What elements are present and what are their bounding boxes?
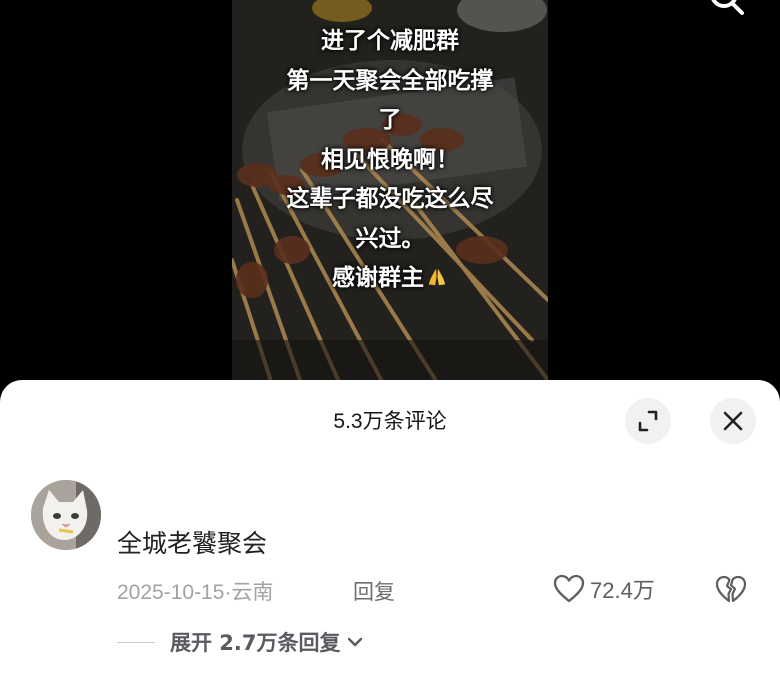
comment-username[interactable]: 全城老饕聚会 [117,524,267,560]
video-player[interactable]: 进了个减肥群 第一天聚会全部吃撑 了 相见恨晚啊！ 这辈子都没吃这么尽 兴过。 … [0,0,780,400]
like-count: 72.4万 [590,578,655,603]
comment-sheet: 5.3万条评论 全城老饕聚会 2025-10-15·云南 回复 72.4万 展开… [0,380,780,698]
pray-icon [428,268,446,286]
expand-button[interactable] [625,398,671,444]
broken-heart-icon [715,575,747,603]
comment-date-location: 2025-10-15·云南 [117,581,274,604]
caption-line: 相见恨晚啊！ [321,146,459,173]
video-caption: 进了个减肥群 第一天聚会全部吃撑 了 相见恨晚啊！ 这辈子都没吃这么尽 兴过。 … [232,22,548,299]
caption-line: 进了个减肥群 [321,28,459,54]
caption-text: 感谢群主 [332,265,424,291]
search-button[interactable] [700,0,752,26]
expand-replies-label: 展开 2.7万条回复 [170,631,341,655]
divider-line [117,641,155,643]
caption-line: 这辈子都没吃这么尽 [286,186,494,212]
caption-line: 了 [378,107,402,133]
like-button[interactable]: 72.4万 [553,572,655,606]
chevron-down-icon [347,637,362,647]
video-frame[interactable]: 进了个减肥群 第一天聚会全部吃撑 了 相见恨晚啊！ 这辈子都没吃这么尽 兴过。 … [232,0,548,400]
expand-replies-button[interactable]: 展开 2.7万条回复 [117,626,363,658]
close-icon [723,411,743,431]
caption-line-last: 感谢群主 [232,259,548,299]
avatar[interactable] [31,480,101,550]
caption-line: 第一天聚会全部吃撑 [286,67,494,94]
close-button[interactable] [710,398,756,444]
reply-button[interactable]: 回复 [353,576,395,606]
caption-line: 兴过。 [355,225,425,252]
cat-avatar-image [31,480,101,550]
expand-icon [638,410,658,432]
heart-icon [553,574,585,603]
dislike-button[interactable] [714,572,748,606]
search-icon [711,0,744,15]
